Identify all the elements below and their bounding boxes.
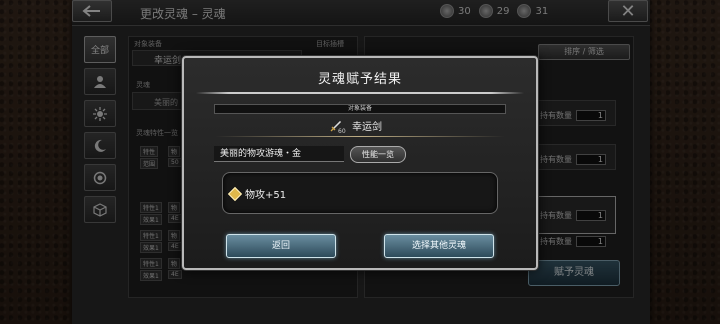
sword-icon: 60 <box>330 120 346 135</box>
gold-divider <box>215 136 505 137</box>
weapon-line: 60 幸运剑 <box>330 118 382 135</box>
soul-name: 美丽的物攻游魂・金 <box>214 146 344 162</box>
choose-other-soul-button[interactable]: 选择其他灵魂 <box>384 234 494 258</box>
return-button[interactable]: 返回 <box>226 234 336 258</box>
dialog-title: 灵魂赋予结果 <box>317 72 402 87</box>
weapon-level: 60 <box>338 127 346 135</box>
target-equip-header: 对象装备 <box>214 104 506 114</box>
weapon-name: 幸运剑 <box>352 122 382 133</box>
title-divider <box>196 92 524 94</box>
performance-list-button[interactable]: 性能一览 <box>350 146 406 163</box>
effect-line: 物攻+51 <box>227 186 287 201</box>
gem-icon <box>227 186 243 201</box>
effect-text: 物攻+51 <box>245 190 287 201</box>
